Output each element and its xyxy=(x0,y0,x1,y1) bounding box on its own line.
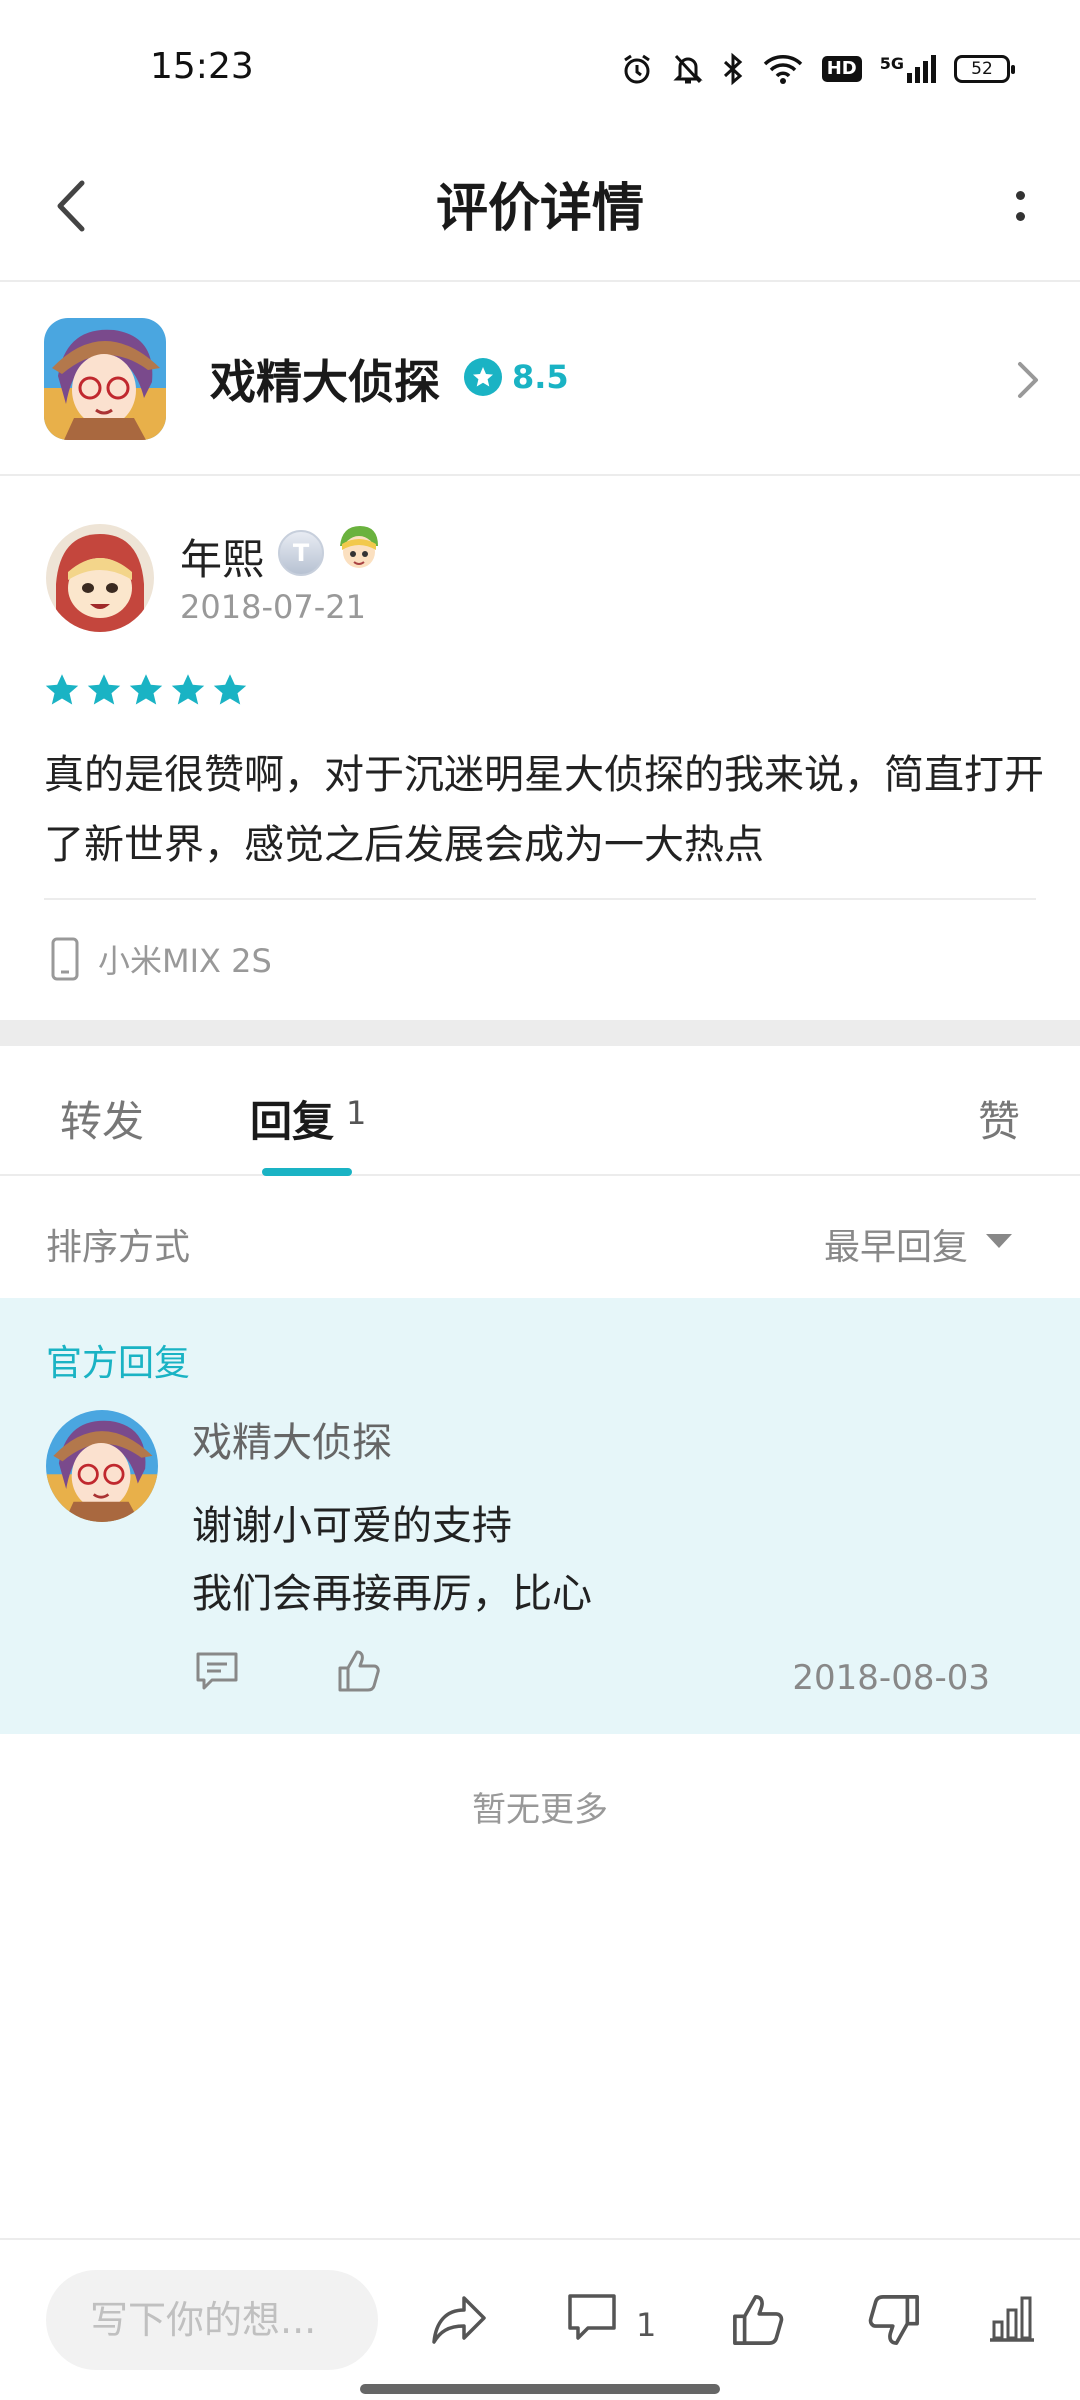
signal-icon: 5G xyxy=(879,54,936,83)
achievement-badge-icon xyxy=(334,524,384,574)
tab-reply[interactable]: 回复 xyxy=(250,1088,334,1149)
reviewer-name: 年熙 xyxy=(180,535,265,584)
bar-chart-icon xyxy=(990,2296,1034,2342)
no-more-text: 暂无更多 xyxy=(472,1790,608,1830)
score-value: 8.5 xyxy=(512,358,569,396)
share-icon xyxy=(432,2296,486,2344)
review-date: 2018-07-21 xyxy=(180,588,366,626)
official-reply-label: 官方回复 xyxy=(46,1343,191,1384)
reply-comment-button[interactable] xyxy=(194,1650,240,1696)
network-label: 5G xyxy=(879,54,904,73)
thumbs-up-icon xyxy=(733,2295,784,2345)
app-score: 8.5 xyxy=(464,358,569,396)
like-button[interactable] xyxy=(730,2292,786,2352)
bottom-bar: 1 xyxy=(0,2238,1080,2400)
status-bar: 15:23 HD 5G 52 xyxy=(0,0,1080,130)
star-icon xyxy=(129,674,163,705)
status-icons: HD 5G 52 xyxy=(620,52,1015,86)
chevron-right-icon xyxy=(1016,360,1040,404)
hd-icon: HD xyxy=(821,56,862,82)
caret-down-icon[interactable] xyxy=(984,1232,1014,1254)
official-reply-date: 2018-08-03 xyxy=(792,1658,990,1698)
official-reply-line-1: 谢谢小可爱的支持 xyxy=(192,1503,512,1549)
review-text: 真的是很赞啊，对于沉迷明星大侦探的我来说，简直打开了新世界，感觉之后发展会成为一… xyxy=(44,752,1044,868)
tab-forward[interactable]: 转发 xyxy=(60,1088,144,1149)
star-icon xyxy=(213,674,247,705)
tab-reply-count: 1 xyxy=(346,1094,367,1132)
thumbs-down-icon xyxy=(868,2295,919,2345)
battery-icon: 52 xyxy=(954,55,1015,83)
tab-like[interactable]: 赞 xyxy=(978,1088,1020,1149)
app-info-row[interactable]: 戏精大侦探 8.5 xyxy=(0,284,1080,476)
sort-label: 排序方式 xyxy=(46,1227,191,1268)
more-vertical-icon xyxy=(1015,191,1025,200)
sort-dropdown[interactable]: 最早回复 xyxy=(824,1218,968,1270)
divider xyxy=(44,898,1036,900)
level-badge: T xyxy=(278,530,324,576)
section-divider xyxy=(0,1020,1080,1046)
header: 评价详情 xyxy=(0,130,1080,282)
device-row: 小米MIX 2S xyxy=(50,936,272,982)
comment-icon xyxy=(568,2294,616,2340)
app-name: 戏精大侦探 xyxy=(210,355,440,409)
rating-stars xyxy=(44,672,248,708)
more-button[interactable] xyxy=(990,170,1050,242)
star-badge-icon xyxy=(464,358,502,396)
device-name: 小米MIX 2S xyxy=(98,942,272,980)
share-button[interactable] xyxy=(430,2292,488,2352)
wifi-icon xyxy=(763,55,802,84)
dislike-button[interactable] xyxy=(866,2292,922,2352)
reviewer-avatar[interactable] xyxy=(46,524,154,632)
phone-icon xyxy=(51,937,79,981)
official-reply-card: 官方回复 戏精大侦探 谢谢小可爱的支持 我们会再接再厉，比心 2018-08-0… xyxy=(0,1298,1080,1734)
stats-button[interactable] xyxy=(986,2292,1038,2348)
home-indicator[interactable] xyxy=(360,2384,720,2394)
tab-bar: 转发 回复 1 赞 xyxy=(0,1046,1080,1176)
page-title: 评价详情 xyxy=(435,179,644,239)
official-name: 戏精大侦探 xyxy=(192,1420,392,1466)
comment-input[interactable] xyxy=(46,2270,378,2370)
app-icon xyxy=(44,318,166,440)
star-icon xyxy=(45,674,79,705)
official-reply-text: 谢谢小可爱的支持 我们会再接再厉，比心 xyxy=(192,1492,592,1628)
star-icon xyxy=(87,674,121,705)
bluetooth-icon xyxy=(723,52,742,86)
comment-button[interactable] xyxy=(566,2292,618,2348)
tab-active-indicator xyxy=(262,1168,352,1176)
star-icon xyxy=(171,674,205,705)
status-time: 15:23 xyxy=(150,46,254,87)
alarm-icon xyxy=(623,54,650,84)
official-reply-line-2: 我们会再接再厉，比心 xyxy=(192,1571,592,1617)
comment-count: 1 xyxy=(636,2306,657,2344)
bell-off-icon xyxy=(673,54,703,84)
reply-like-button[interactable] xyxy=(336,1648,382,1698)
comment-icon xyxy=(196,1652,238,1690)
official-avatar[interactable] xyxy=(46,1410,158,1522)
thumbs-up-icon xyxy=(338,1650,380,1692)
